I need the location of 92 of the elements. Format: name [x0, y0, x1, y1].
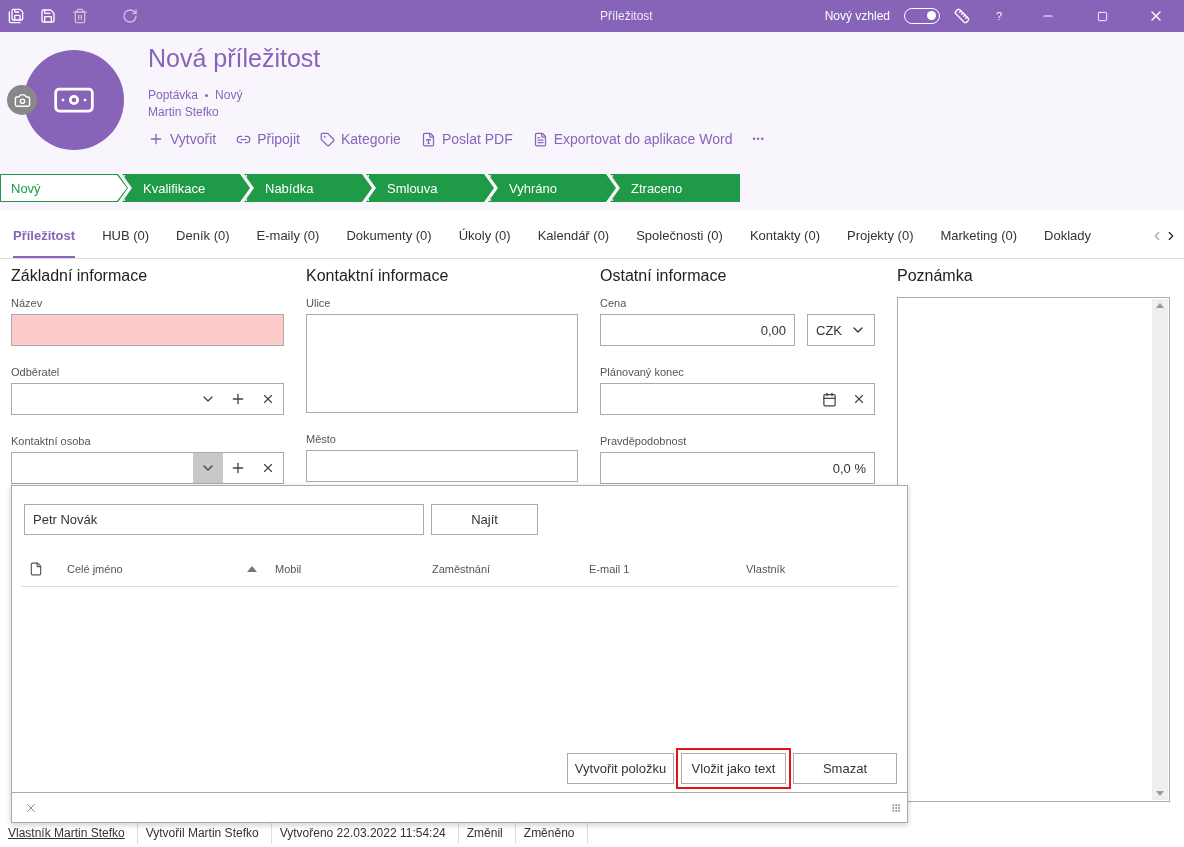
column-header[interactable]: Vlastník — [746, 562, 886, 575]
up-arrow-icon[interactable] — [1156, 303, 1164, 308]
record-title: Nová příležitost — [148, 44, 322, 73]
popup-button[interactable]: Smazat — [793, 753, 897, 784]
plus-icon — [230, 460, 246, 476]
status-text: Vytvořil Martin Stefko — [137, 821, 272, 844]
find-button[interactable]: Najít — [431, 504, 538, 535]
camera-button[interactable] — [7, 85, 37, 115]
down-arrow-icon[interactable] — [1156, 791, 1164, 796]
tab[interactable]: E-maily (0) — [256, 214, 320, 258]
field-label: Ulice — [306, 297, 332, 309]
field-label: Odběratel — [11, 366, 61, 378]
record-state: Nový — [215, 87, 243, 104]
plus-icon — [230, 391, 246, 407]
column-header[interactable]: E-mail 1 — [589, 562, 746, 575]
toolbar-button[interactable]: Vytvořit — [148, 131, 217, 147]
close-icon — [852, 392, 866, 406]
trash-icon[interactable] — [72, 8, 88, 24]
maximize-icon[interactable] — [1096, 10, 1108, 22]
help-button[interactable]: ? — [984, 10, 1014, 22]
tab[interactable]: HUB (0) — [102, 214, 150, 258]
tab[interactable]: Doklady — [1044, 214, 1092, 258]
sort-ascending-icon — [247, 565, 257, 572]
popup-button[interactable]: Vytvořit položku — [567, 753, 674, 784]
section-title: Základní informace — [11, 267, 149, 285]
tab[interactable]: Příležitost — [13, 214, 76, 258]
record-type: Poptávka — [148, 87, 199, 104]
owner-link[interactable]: Vlastník Martin Stefko — [0, 821, 138, 844]
text-area[interactable] — [306, 314, 578, 413]
column-header[interactable]: Celé jméno — [67, 562, 275, 575]
tab[interactable]: Kalendář (0) — [537, 214, 610, 258]
refresh-icon[interactable] — [122, 8, 138, 24]
document-icon — [532, 131, 548, 147]
currency-dropdown[interactable]: CZK — [807, 314, 875, 346]
column-header[interactable]: Mobil — [275, 562, 432, 575]
search-field[interactable]: Petr Novák — [24, 504, 424, 535]
status-text: Změnil — [458, 821, 516, 844]
stage-step[interactable]: Vyhráno — [488, 174, 616, 202]
resize-grip-icon[interactable] — [891, 802, 901, 813]
stage-step[interactable]: Nabídka — [244, 174, 372, 202]
close-icon — [261, 392, 275, 406]
file-icon — [29, 561, 43, 576]
toolbar-button[interactable]: ••• — [752, 131, 765, 147]
status-text: Vytvořeno 22.03.2022 11:54:24 — [271, 821, 459, 844]
section-title: Poznámka — [897, 267, 974, 285]
field-label: Kontaktní osoba — [11, 435, 92, 447]
text-field[interactable] — [306, 450, 578, 482]
number-field[interactable]: 0,0 % — [600, 452, 875, 484]
save-all-icon[interactable] — [8, 8, 24, 24]
tab[interactable]: Deník (0) — [176, 214, 230, 258]
tab[interactable]: Kontakty (0) — [749, 214, 820, 258]
section-title: Ostatní informace — [600, 267, 728, 285]
date-field[interactable] — [600, 383, 875, 415]
toolbar-button[interactable]: Exportovat do aplikace Word — [532, 131, 733, 147]
tag-icon — [319, 131, 335, 147]
field-label: Název — [11, 297, 44, 309]
field-label: Město — [306, 433, 337, 445]
column-header[interactable]: Zaměstnání — [432, 562, 589, 575]
price-field[interactable]: 0,00 — [600, 314, 795, 346]
stage-step[interactable]: Ztraceno — [610, 174, 740, 202]
ruler-icon[interactable] — [954, 8, 970, 24]
save-icon[interactable] — [40, 8, 56, 24]
toolbar-button[interactable]: Připojit — [236, 131, 300, 147]
toolbar-button[interactable]: Poslat PDF — [420, 131, 513, 147]
scrollbar[interactable] — [1152, 299, 1168, 800]
text-field[interactable] — [11, 314, 284, 346]
record-owner: Martin Stefko — [148, 104, 219, 121]
field-label: Cena — [600, 297, 628, 309]
calendar-icon — [821, 391, 837, 407]
toolbar-button[interactable]: Kategorie — [319, 131, 401, 147]
tab[interactable]: Úkoly (0) — [458, 214, 511, 258]
stage-step[interactable]: Nový — [0, 174, 128, 202]
tab[interactable]: Dokumenty (0) — [346, 214, 432, 258]
dropdown-button[interactable] — [193, 453, 223, 483]
close-icon — [261, 461, 275, 475]
section-title: Kontaktní informace — [306, 267, 450, 285]
lookup-field[interactable] — [11, 383, 284, 415]
stage-step[interactable]: Kvalifikace — [122, 174, 250, 202]
new-look-label: Nový vzhled — [824, 9, 890, 23]
status-text: Změněno — [515, 821, 588, 844]
camera-icon — [13, 91, 31, 109]
plus-icon — [148, 131, 164, 147]
separator-dot — [205, 94, 209, 97]
stage-step[interactable]: Smlouva — [366, 174, 494, 202]
window-title: Příležitost — [598, 9, 654, 23]
tab[interactable]: Marketing (0) — [940, 214, 1018, 258]
field-label: Plánovaný konec — [600, 366, 685, 378]
lookup-field[interactable] — [11, 452, 284, 484]
tab[interactable]: Projekty (0) — [847, 214, 914, 258]
popup-button[interactable]: Vložit jako text — [681, 753, 786, 784]
field-label: Pravděpodobnost — [600, 435, 688, 447]
tab[interactable]: Společnosti (0) — [636, 214, 723, 258]
